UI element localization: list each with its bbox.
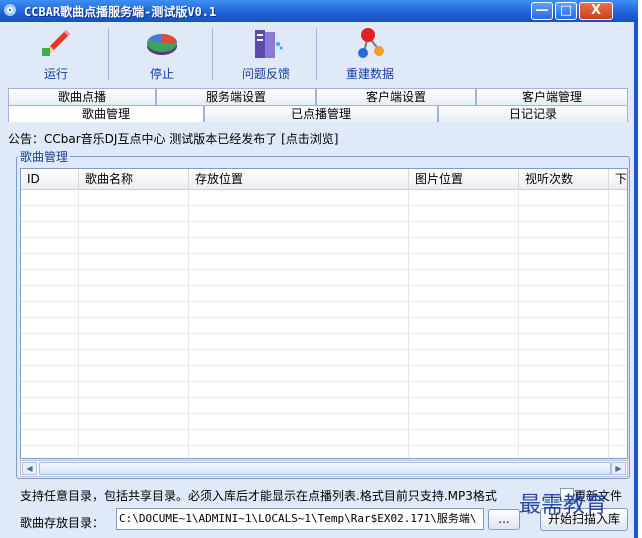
toolbar-separator (316, 28, 317, 80)
tab-log-records[interactable]: 日记记录 (438, 105, 628, 122)
tab-row-1: 歌曲点播 服务端设置 客户端设置 客户端管理 (8, 88, 628, 105)
tab-song-request[interactable]: 歌曲点播 (8, 88, 156, 105)
table-row (21, 333, 627, 350)
molecule-rebuild-icon (358, 28, 384, 58)
browse-button[interactable]: ... (488, 509, 520, 530)
column-header-play-count[interactable]: 视听次数 (519, 169, 609, 189)
horizontal-scrollbar[interactable]: ◀ ▶ (20, 460, 628, 477)
table-row (21, 237, 627, 254)
toolbar: 运行 停止 问题反馈 重建数据 (4, 22, 636, 84)
column-header-download[interactable]: 下载 (609, 169, 627, 189)
table-row (21, 301, 627, 318)
close-button[interactable]: X (579, 2, 613, 20)
column-header-image-location[interactable]: 图片位置 (409, 169, 519, 189)
rebuild-data-label: 重建数据 (345, 67, 394, 81)
app-icon (4, 4, 16, 16)
maximize-button[interactable]: □ (555, 2, 577, 20)
run-label: 运行 (43, 67, 68, 81)
tab-requested-management[interactable]: 已点播管理 (204, 105, 438, 122)
tab-client-management[interactable]: 客户端管理 (476, 88, 628, 105)
table-row (21, 381, 627, 398)
watermark-text: 最需教育 (519, 493, 608, 518)
tab-row-2: 歌曲管理 已点播管理 日记记录 (8, 105, 628, 122)
table-row (21, 285, 627, 302)
scroll-right-icon[interactable]: ▶ (611, 462, 626, 475)
song-directory-input[interactable]: C:\DOCUME~1\ADMINI~1\LOCALS~1\Temp\Rar$E… (116, 508, 484, 530)
scroll-thumb[interactable] (39, 462, 611, 475)
tab-client-settings[interactable]: 客户端设置 (316, 88, 476, 105)
stop-button[interactable]: 停止 (110, 22, 214, 84)
table-row (21, 253, 627, 270)
feedback-label: 问题反馈 (241, 67, 290, 81)
toolbar-separator (108, 28, 109, 80)
minimize-button[interactable]: — (531, 2, 553, 20)
scroll-left-icon[interactable]: ◀ (22, 462, 37, 475)
server-feedback-icon (255, 30, 283, 58)
table-row (21, 349, 627, 366)
main-window: CCBAR歌曲点播服务端-测试版V0.1 — □ X 运行 停止 问题反馈 重建… (0, 0, 638, 538)
column-header-song-name[interactable]: 歌曲名称 (79, 169, 189, 189)
group-label: 歌曲管理 (18, 148, 71, 165)
song-directory-label: 歌曲存放目录： (20, 516, 105, 530)
disc-stop-icon (147, 34, 177, 55)
tab-server-settings[interactable]: 服务端设置 (156, 88, 316, 105)
table-row (21, 317, 627, 334)
stop-label: 停止 (149, 67, 174, 81)
pencil-run-icon (42, 30, 70, 56)
table-header: ID 歌曲名称 存放位置 图片位置 视听次数 下载 (21, 169, 627, 190)
title-bar[interactable]: CCBAR歌曲点播服务端-测试版V0.1 — □ X (0, 0, 638, 22)
table-row (21, 221, 627, 238)
table-row (21, 445, 627, 458)
table-row (21, 413, 627, 430)
run-button[interactable]: 运行 (4, 22, 108, 84)
table-row (21, 365, 627, 382)
table-row (21, 269, 627, 286)
format-hint: 支持任意目录，包括共享目录。必须入库后才能显示在点播列表.格式目前只支持.MP3… (20, 489, 497, 503)
announcement-link[interactable]: 公告：CCbar音乐DJ互点中心 测试版本已经发布了 [点击浏览] (8, 130, 338, 147)
table-row (21, 189, 627, 206)
feedback-button[interactable]: 问题反馈 (214, 22, 318, 84)
column-header-id[interactable]: ID (21, 169, 79, 189)
song-table[interactable]: ID 歌曲名称 存放位置 图片位置 视听次数 下载 (20, 168, 628, 459)
table-row (21, 429, 627, 446)
column-header-location[interactable]: 存放位置 (189, 169, 409, 189)
table-row (21, 397, 627, 414)
rebuild-data-button[interactable]: 重建数据 (318, 22, 422, 84)
tab-song-management[interactable]: 歌曲管理 (8, 105, 204, 122)
table-row (21, 205, 627, 222)
window-title: CCBAR歌曲点播服务端-测试版V0.1 (24, 5, 217, 19)
toolbar-separator (212, 28, 213, 80)
